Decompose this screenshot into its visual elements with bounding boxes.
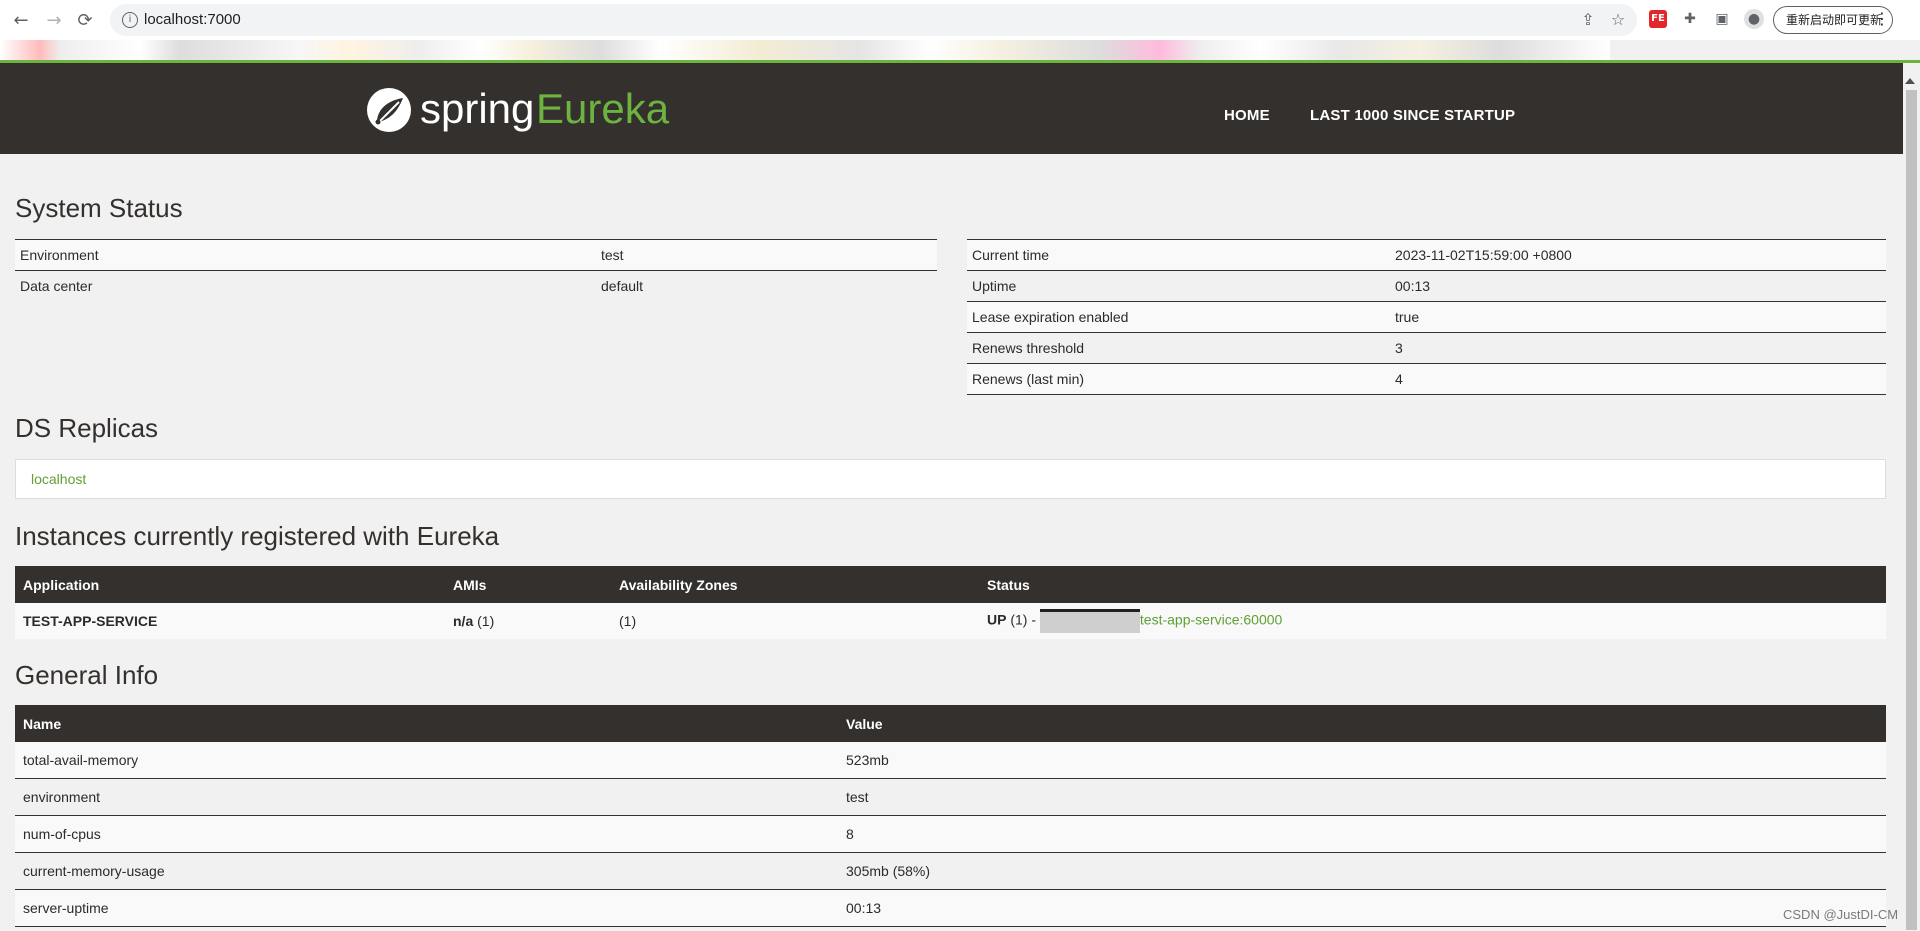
site-header bbox=[0, 63, 1903, 154]
col-value: Value bbox=[838, 705, 1886, 742]
replica-link-localhost[interactable]: localhost bbox=[31, 471, 86, 487]
fe-extension-icon[interactable]: FE bbox=[1649, 10, 1667, 28]
replicas-panel: localhost bbox=[15, 459, 1886, 499]
application-name: TEST-APP-SERVICE bbox=[15, 603, 445, 639]
info-name: total-avail-memory bbox=[15, 742, 838, 779]
status-value: test bbox=[596, 239, 937, 271]
table-row: num-of-cpus 8 bbox=[15, 815, 1886, 853]
scrollbar-thumb[interactable] bbox=[1906, 90, 1917, 930]
status-label: Data center bbox=[15, 270, 596, 301]
status-label: Renews (last min) bbox=[967, 363, 1390, 395]
ds-replicas-title: DS Replicas bbox=[15, 413, 159, 443]
table-row: Data center default bbox=[15, 270, 937, 301]
status-count: (1) - bbox=[1010, 611, 1037, 628]
url-text: localhost:7000 bbox=[144, 11, 241, 28]
col-name: Name bbox=[15, 705, 838, 742]
info-value: test bbox=[838, 778, 1886, 816]
reload-icon[interactable]: ⟳ bbox=[73, 8, 97, 32]
table-row: current-memory-usage 305mb (58%) bbox=[15, 852, 1886, 890]
status-value: default bbox=[596, 270, 937, 301]
info-name: server-uptime bbox=[15, 889, 838, 927]
table-row: Environment test bbox=[15, 239, 937, 271]
col-application: Application bbox=[15, 566, 445, 603]
menu-dots-icon[interactable]: ⋮ bbox=[1874, 6, 1890, 32]
table-row: environment test bbox=[15, 778, 1886, 816]
address-bar[interactable]: i localhost:7000 ⇪ ☆ bbox=[110, 4, 1637, 36]
bookmark-star-icon[interactable]: ☆ bbox=[1608, 10, 1628, 30]
instances-title: Instances currently registered with Eure… bbox=[15, 521, 500, 551]
status-value: 3 bbox=[1390, 332, 1886, 364]
info-value: 523mb bbox=[838, 742, 1886, 779]
amis-cell: n/a (1) bbox=[445, 603, 611, 639]
table-row: Lease expiration enabled true bbox=[967, 301, 1886, 333]
system-status-right-table: Current time 2023-11-02T15:59:00 +0800 U… bbox=[967, 239, 1886, 395]
profile-icon[interactable]: ● bbox=[1744, 9, 1764, 29]
table-row: Renews (last min) 4 bbox=[967, 363, 1886, 395]
info-name: current-memory-usage bbox=[15, 852, 838, 890]
logo-spring-text: spring bbox=[420, 85, 535, 132]
general-info-table: Name Value total-avail-memory 523mb envi… bbox=[15, 705, 1886, 927]
table-row: total-avail-memory 523mb bbox=[15, 742, 1886, 779]
watermark: CSDN @JustDI-CM bbox=[1783, 907, 1899, 922]
nav-home[interactable]: HOME bbox=[1224, 107, 1270, 124]
table-row: Uptime 00:13 bbox=[967, 270, 1886, 302]
status-label: Renews threshold bbox=[967, 332, 1390, 364]
puzzle-icon[interactable]: ✚ bbox=[1680, 9, 1700, 29]
system-status-left-table: Environment test Data center default bbox=[15, 239, 937, 301]
status-value: true bbox=[1390, 301, 1886, 333]
info-value: 305mb (58%) bbox=[838, 852, 1886, 890]
table-header-row: Application AMIs Availability Zones Stat… bbox=[15, 566, 1886, 603]
forward-icon[interactable]: → bbox=[42, 8, 66, 32]
table-row: TEST-APP-SERVICE n/a (1) (1) UP (1) - te… bbox=[15, 603, 1886, 639]
bookmarks-bar bbox=[0, 40, 1610, 62]
general-info-title: General Info bbox=[15, 660, 159, 690]
status-label: Current time bbox=[967, 239, 1390, 271]
status-cell: UP (1) - test-app-service:60000 bbox=[979, 603, 1886, 639]
table-header-row: Name Value bbox=[15, 705, 1886, 742]
table-row: server-uptime 00:13 bbox=[15, 889, 1886, 927]
info-value: 00:13 bbox=[838, 889, 1886, 927]
scroll-up-icon[interactable] bbox=[1905, 78, 1915, 84]
col-status: Status bbox=[979, 566, 1886, 603]
redacted-host bbox=[1039, 609, 1140, 633]
info-icon[interactable]: i bbox=[122, 12, 138, 28]
table-row: Renews threshold 3 bbox=[967, 332, 1886, 364]
zones-cell: (1) bbox=[611, 603, 979, 639]
table-row: Current time 2023-11-02T15:59:00 +0800 bbox=[967, 239, 1886, 271]
status-up: UP bbox=[987, 611, 1007, 628]
instance-link[interactable]: test-app-service:60000 bbox=[1140, 612, 1282, 628]
browser-toolbar: ← → ⟳ i localhost:7000 ⇪ ☆ FE ✚ ▣ ● 重新启动… bbox=[0, 0, 1920, 40]
share-icon[interactable]: ⇪ bbox=[1578, 10, 1598, 30]
spring-leaf-icon bbox=[367, 88, 411, 132]
logo-eureka-text: Eureka bbox=[536, 85, 670, 132]
info-name: num-of-cpus bbox=[15, 815, 838, 853]
col-amis: AMIs bbox=[445, 566, 611, 603]
system-status-title: System Status bbox=[15, 193, 183, 223]
nav-last-1000[interactable]: LAST 1000 SINCE STARTUP bbox=[1310, 107, 1515, 124]
status-label: Environment bbox=[15, 239, 596, 271]
amis-count: (1) bbox=[477, 613, 495, 629]
status-label: Uptime bbox=[967, 270, 1390, 302]
col-availability-zones: Availability Zones bbox=[611, 566, 979, 603]
status-value: 2023-11-02T15:59:00 +0800 bbox=[1390, 239, 1886, 271]
status-value: 00:13 bbox=[1390, 270, 1886, 302]
instances-table: Application AMIs Availability Zones Stat… bbox=[15, 566, 1886, 639]
info-name: environment bbox=[15, 778, 838, 816]
back-icon[interactable]: ← bbox=[9, 8, 33, 32]
info-value: 8 bbox=[838, 815, 1886, 853]
status-label: Lease expiration enabled bbox=[967, 301, 1390, 333]
sidebar-icon[interactable]: ▣ bbox=[1712, 9, 1732, 29]
amis-value: n/a bbox=[453, 613, 474, 629]
status-value: 4 bbox=[1390, 363, 1886, 395]
